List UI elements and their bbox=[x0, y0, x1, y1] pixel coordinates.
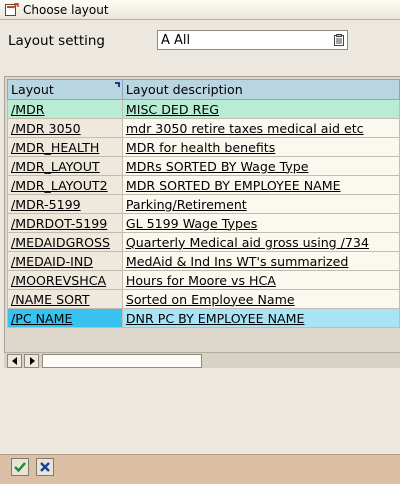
table-row[interactable]: /NAME SORT Sorted on Employee Name bbox=[7, 289, 400, 309]
layout-cell[interactable]: /PC NAME bbox=[7, 308, 123, 328]
column-header-description-label: Layout description bbox=[125, 82, 243, 97]
table-row[interactable]: /MEDAID-IND MedAid & Ind Ins WT's summar… bbox=[7, 251, 400, 271]
table-row[interactable]: /MDR-5199 Parking/Retirement bbox=[7, 194, 400, 214]
layout-cell[interactable]: /MDR_HEALTH bbox=[7, 137, 123, 157]
dialog-body: Layout setting A All Layout Layout descr… bbox=[0, 20, 400, 454]
layout-cell[interactable]: /MEDAIDGROSS bbox=[7, 232, 123, 252]
table-row[interactable]: /MDRDOT-5199 GL 5199 Wage Types bbox=[7, 213, 400, 233]
arrow-left-icon bbox=[12, 357, 17, 365]
layout-setting-value: A All bbox=[161, 32, 191, 48]
scroll-right-button[interactable] bbox=[24, 354, 39, 368]
value-help-icon[interactable] bbox=[334, 34, 344, 46]
table-header-row: Layout Layout description bbox=[7, 79, 400, 100]
table-row[interactable]: /MDR 3050 mdr 3050 retire taxes medical … bbox=[7, 118, 400, 138]
table-row[interactable]: /MDR_LAYOUT MDRs SORTED BY Wage Type bbox=[7, 156, 400, 176]
title-bar: Choose layout bbox=[0, 0, 400, 20]
layout-cell[interactable]: /MDR 3050 bbox=[7, 118, 123, 138]
table-row[interactable]: /MDR_HEALTH MDR for health benefits bbox=[7, 137, 400, 157]
description-cell[interactable]: DNR PC BY EMPLOYEE NAME bbox=[121, 308, 400, 328]
confirm-button[interactable] bbox=[11, 458, 29, 476]
cancel-x-icon bbox=[40, 462, 50, 472]
table-row[interactable]: /MOOREVSHCA Hours for Moore vs HCA bbox=[7, 270, 400, 290]
layout-cell[interactable]: /MDR_LAYOUT bbox=[7, 156, 123, 176]
layout-cell[interactable]: /MDRDOT-5199 bbox=[7, 213, 123, 233]
sort-ascending-icon bbox=[114, 82, 120, 87]
layout-cell[interactable]: /MDR_LAYOUT2 bbox=[7, 175, 123, 195]
table-row[interactable]: /MDR MISC DED REG bbox=[7, 99, 400, 119]
table-row[interactable]: /MEDAIDGROSS Quarterly Medical aid gross… bbox=[7, 232, 400, 252]
arrow-right-icon bbox=[30, 357, 35, 365]
description-cell[interactable]: Hours for Moore vs HCA bbox=[121, 270, 400, 290]
horizontal-scrollbar[interactable] bbox=[4, 352, 400, 368]
cancel-button[interactable] bbox=[36, 458, 54, 476]
checkmark-icon bbox=[14, 462, 26, 473]
column-header-description[interactable]: Layout description bbox=[121, 79, 400, 100]
scroll-left-button[interactable] bbox=[7, 354, 22, 368]
layout-cell[interactable]: /MEDAID-IND bbox=[7, 251, 123, 271]
table-row-selected[interactable]: /PC NAME DNR PC BY EMPLOYEE NAME bbox=[7, 308, 400, 328]
table-row[interactable]: /MDR_LAYOUT2 MDR SORTED BY EMPLOYEE NAME bbox=[7, 175, 400, 195]
description-cell[interactable]: MDR SORTED BY EMPLOYEE NAME bbox=[121, 175, 400, 195]
layout-cell[interactable]: /MOOREVSHCA bbox=[7, 270, 123, 290]
layout-cell[interactable]: /MDR bbox=[7, 99, 123, 119]
column-header-layout[interactable]: Layout bbox=[7, 79, 123, 100]
window-icon bbox=[5, 2, 19, 16]
layout-table-frame: Layout Layout description /MDR MISC DED … bbox=[4, 76, 400, 368]
description-cell[interactable]: GL 5199 Wage Types bbox=[121, 213, 400, 233]
window-title: Choose layout bbox=[23, 2, 109, 17]
description-cell[interactable]: MDR for health benefits bbox=[121, 137, 400, 157]
layout-cell[interactable]: /NAME SORT bbox=[7, 289, 123, 309]
description-cell[interactable]: MedAid & Ind Ins WT's summarized bbox=[121, 251, 400, 271]
description-cell[interactable]: Parking/Retirement bbox=[121, 194, 400, 214]
description-cell[interactable]: MISC DED REG bbox=[121, 99, 400, 119]
layout-table: Layout Layout description /MDR MISC DED … bbox=[7, 79, 400, 328]
description-cell[interactable]: MDRs SORTED BY Wage Type bbox=[121, 156, 400, 176]
dialog-footer bbox=[0, 454, 400, 484]
layout-setting-label: Layout setting bbox=[8, 33, 105, 49]
layout-cell[interactable]: /MDR-5199 bbox=[7, 194, 123, 214]
description-cell[interactable]: mdr 3050 retire taxes medical aid etc bbox=[121, 118, 400, 138]
column-header-layout-label: Layout bbox=[11, 82, 54, 97]
scrollbar-thumb[interactable] bbox=[42, 354, 202, 368]
description-cell[interactable]: Quarterly Medical aid gross using /734 bbox=[121, 232, 400, 252]
layout-setting-field[interactable]: A All bbox=[157, 30, 348, 50]
description-cell[interactable]: Sorted on Employee Name bbox=[121, 289, 400, 309]
